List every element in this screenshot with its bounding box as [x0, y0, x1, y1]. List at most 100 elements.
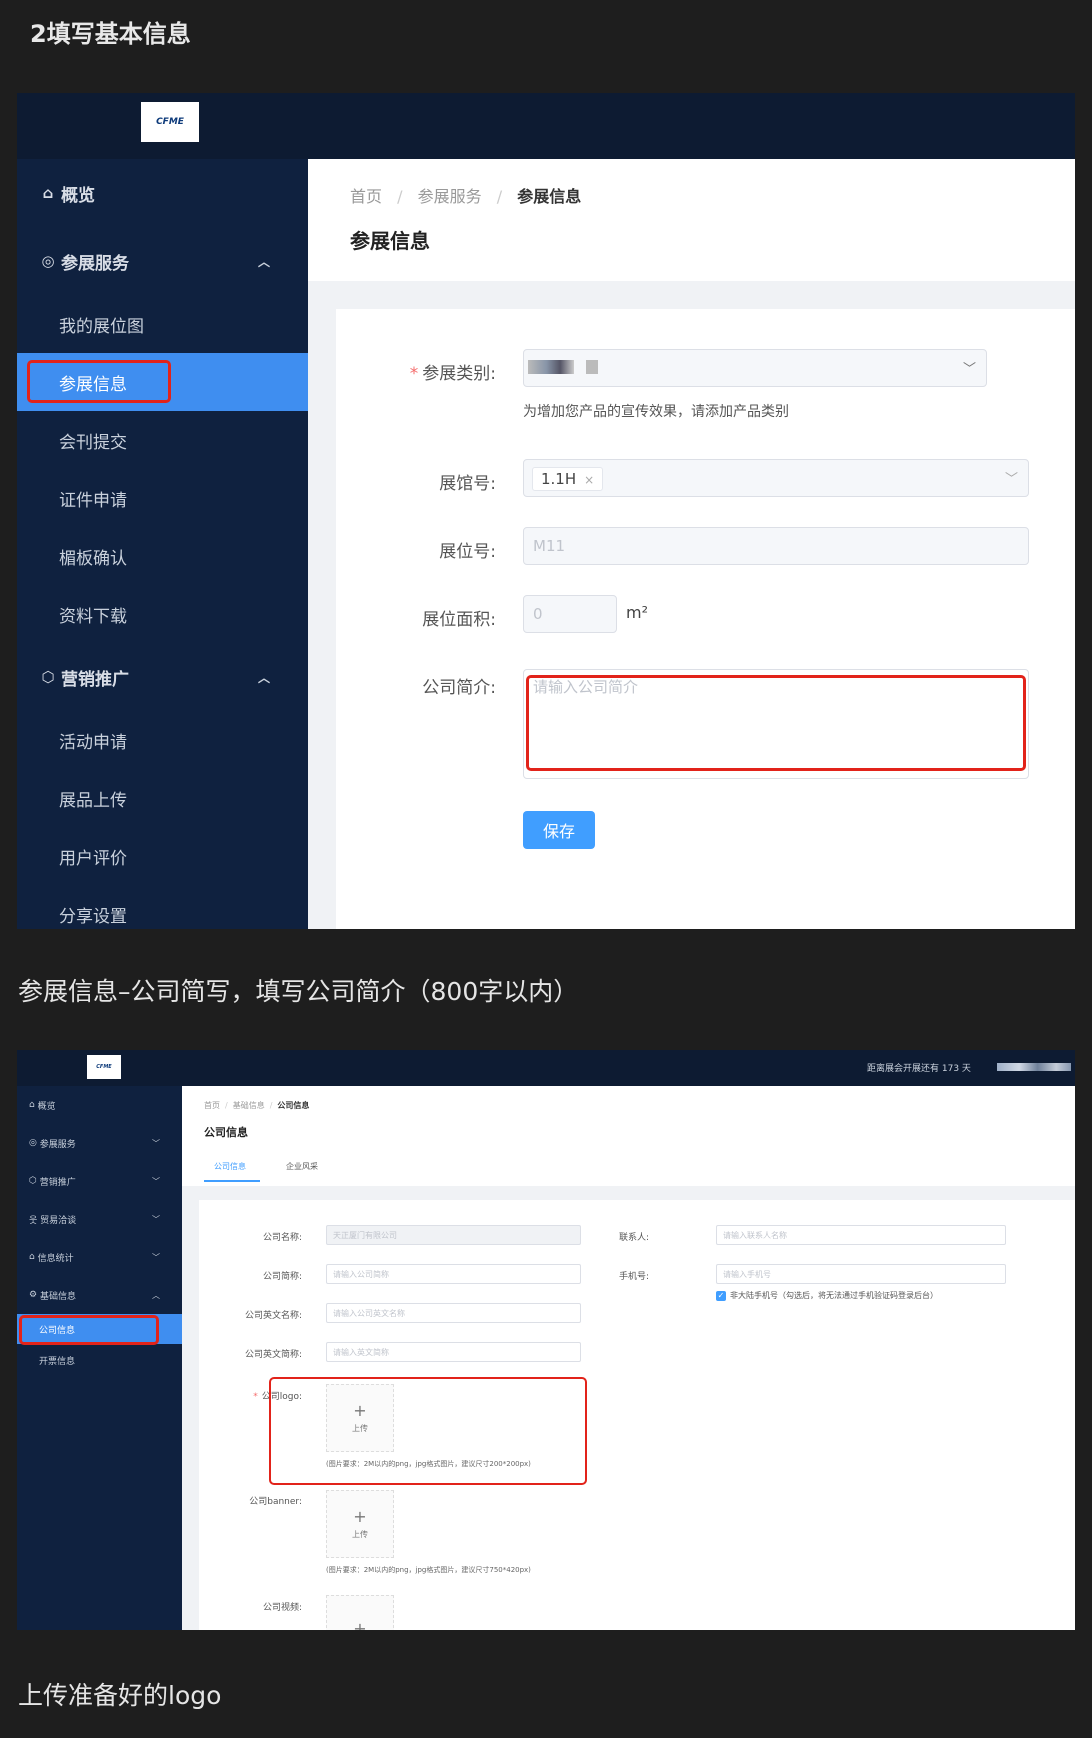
contact-input[interactable]: 请输入联系人名称	[716, 1225, 1006, 1245]
breadcrumb-current: 参展信息	[517, 187, 582, 206]
chevron-up-icon: ︿	[257, 670, 270, 685]
blurred-value	[586, 360, 598, 374]
video-label: 公司视频:	[262, 1603, 302, 1613]
breadcrumb-current: 公司信息	[277, 1101, 310, 1110]
page-title: 公司信息	[204, 1126, 248, 1139]
sidebar-group-marketing[interactable]: ⬡ 营销推广 ﹀	[17, 1162, 182, 1200]
tab-company-info[interactable]: 公司信息	[214, 1161, 246, 1172]
blurred-user-info[interactable]	[997, 1063, 1071, 1071]
en-name-label: 公司英文名称:	[244, 1311, 302, 1321]
sidebar-item-overview[interactable]: ⌂ 概览	[17, 159, 308, 227]
plus-icon: +	[353, 1506, 367, 1526]
area-label: 展位面积:	[422, 610, 496, 630]
step-heading: 2填写基本信息	[30, 20, 191, 48]
area-unit: m²	[626, 603, 648, 622]
sidebar-item-downloads[interactable]: 资料下载	[17, 585, 308, 643]
sidebar-item-catalog-submit[interactable]: 会刊提交	[17, 411, 308, 469]
sidebar-item-event-apply[interactable]: 活动申请	[17, 711, 308, 769]
cube-icon: ⬡	[29, 1176, 37, 1186]
sidebar-group-stats[interactable]: ⌂ 信息统计 ﹀	[17, 1238, 182, 1276]
short-name-label: 公司简称:	[262, 1272, 302, 1282]
content-header: 首页 / 基础信息 / 公司信息 公司信息 公司信息 企业风采	[182, 1086, 1075, 1186]
breadcrumb-home[interactable]: 首页	[350, 187, 382, 206]
target-icon: ◎	[29, 1138, 37, 1148]
content-header: 首页 / 参展服务 / 参展信息 参展信息	[308, 159, 1075, 281]
breadcrumb-basic-info[interactable]: 基础信息	[233, 1101, 265, 1110]
en-short-input[interactable]: 请输入英文简称	[326, 1342, 581, 1362]
sidebar: ⌂ 概览 ◎ 参展服务 ︿ 我的展位图 参展信息 会刊提交 证件申请 楣板确认 …	[17, 159, 308, 929]
chevron-up-icon: ︿	[257, 254, 270, 269]
sidebar-item-invoice-info[interactable]: 开票信息	[17, 1344, 182, 1376]
booth-input[interactable]: M11	[523, 527, 1029, 565]
chevron-down-icon: ﹀	[152, 1214, 160, 1224]
banner-upload[interactable]: + 上传	[326, 1490, 394, 1558]
home-icon: ⌂	[42, 184, 54, 202]
tab-company-style[interactable]: 企业风采	[286, 1161, 318, 1172]
cfme-logo[interactable]: CFME	[87, 1055, 121, 1079]
cfme-logo[interactable]: CFME	[141, 102, 199, 142]
home-icon: ⌂	[29, 1100, 35, 1110]
page-title: 参展信息	[350, 229, 430, 253]
sidebar-group-marketing[interactable]: ⬡ 营销推广 ︿	[17, 643, 308, 711]
banner-requirement: (图片要求：2M以内的png，jpg格式图片，建议尺寸750*420px)	[326, 1566, 531, 1574]
breadcrumb-exhibit-services[interactable]: 参展服务	[418, 187, 482, 206]
highlight-box	[19, 1315, 159, 1345]
category-select[interactable]: ﹀	[523, 349, 987, 387]
chart-icon: ⌂	[29, 1252, 35, 1262]
highlight-box	[27, 360, 171, 403]
active-tab-indicator	[204, 1180, 260, 1182]
breadcrumb-home[interactable]: 首页	[204, 1101, 220, 1110]
sidebar-group-exhibit-services[interactable]: ◎ 参展服务 ︿	[17, 227, 308, 295]
sidebar-group-basic-info[interactable]: ⚙ 基础信息 ︿	[17, 1276, 182, 1314]
form-panel: 公司名称: 天正厦门有限公司 公司简称: 请输入公司简称 公司英文名称: 请输入…	[199, 1200, 1075, 1630]
contact-label: 联系人:	[618, 1233, 649, 1243]
sidebar-group-trade[interactable]: 웃 贸易洽谈 ﹀	[17, 1200, 182, 1238]
short-name-input[interactable]: 请输入公司简称	[326, 1264, 581, 1284]
phone-label: 手机号:	[618, 1272, 649, 1282]
breadcrumb: 首页 / 基础信息 / 公司信息	[204, 1101, 310, 1110]
blurred-value	[528, 360, 574, 374]
company-name-label: 公司名称:	[262, 1233, 302, 1243]
close-icon[interactable]: ×	[584, 473, 594, 487]
non-mainland-option[interactable]: ✓ 非大陆手机号（勾选后，将无法通过手机验证码登录后台）	[716, 1290, 938, 1301]
phone-input[interactable]: 请输入手机号	[716, 1264, 1006, 1284]
sidebar: ⌂ 概览 ◎ 参展服务 ﹀ ⬡ 营销推广 ﹀ 웃 贸易洽谈 ﹀ ⌂ 信息统计 ﹀ ⚙ 基…	[17, 1086, 182, 1630]
save-button[interactable]: 保存	[523, 811, 595, 849]
plus-icon: +	[353, 1619, 367, 1631]
sidebar-item-booth-map[interactable]: 我的展位图	[17, 295, 308, 353]
intro-label: 公司简介:	[422, 678, 496, 698]
cube-icon: ⬡	[41, 668, 55, 686]
chevron-down-icon: ﹀	[1004, 472, 1018, 487]
video-upload[interactable]: +	[326, 1595, 394, 1630]
area-input[interactable]: 0	[523, 595, 617, 633]
sidebar-item-share-settings[interactable]: 分享设置	[17, 885, 308, 929]
breadcrumb: 首页 / 参展服务 / 参展信息	[350, 187, 582, 206]
sidebar-item-product-upload[interactable]: 展品上传	[17, 769, 308, 827]
hall-select[interactable]: 1.1H × ﹀	[523, 459, 1029, 497]
hall-label: 展馆号:	[439, 474, 496, 494]
caption-upload-logo: 上传准备好的logo	[18, 1681, 222, 1710]
banner-label: 公司banner:	[249, 1497, 302, 1507]
chevron-down-icon: ﹀	[962, 362, 976, 377]
sidebar-group-exhibit-services[interactable]: ◎ 参展服务 ﹀	[17, 1124, 182, 1162]
top-bar: CFME	[17, 93, 1075, 159]
screenshot-company-info: CFME 距离展会开展还有 173 天 ⌂ 概览 ◎ 参展服务 ﹀ ⬡ 营销推广 ﹀…	[17, 1050, 1075, 1630]
sidebar-item-overview[interactable]: ⌂ 概览	[17, 1086, 182, 1124]
booth-label: 展位号:	[439, 542, 496, 562]
sidebar-item-fascia-confirm[interactable]: 楣板确认	[17, 527, 308, 585]
gear-icon: ⚙	[29, 1290, 38, 1300]
chevron-down-icon: ﹀	[152, 1138, 160, 1148]
chevron-down-icon: ﹀	[152, 1176, 160, 1186]
company-name-input[interactable]: 天正厦门有限公司	[326, 1225, 581, 1245]
chevron-down-icon: ﹀	[152, 1252, 160, 1262]
highlight-box	[526, 675, 1026, 771]
caption-exhibit-info: 参展信息–公司简写，填写公司简介（800字以内）	[18, 977, 579, 1006]
sidebar-item-badge-apply[interactable]: 证件申请	[17, 469, 308, 527]
form-panel: * 参展类别: ﹀ 为增加您产品的宣传效果，请添加产品类别 展馆号: 1.1H × …	[336, 309, 1075, 929]
checkbox-checked-icon[interactable]: ✓	[716, 1290, 726, 1301]
highlight-box	[269, 1377, 587, 1485]
countdown-notice: 距离展会开展还有 173 天	[867, 1064, 971, 1074]
en-name-input[interactable]: 请输入公司英文名称	[326, 1303, 581, 1323]
top-bar: CFME 距离展会开展还有 173 天	[17, 1050, 1075, 1086]
sidebar-item-user-reviews[interactable]: 用户评价	[17, 827, 308, 885]
